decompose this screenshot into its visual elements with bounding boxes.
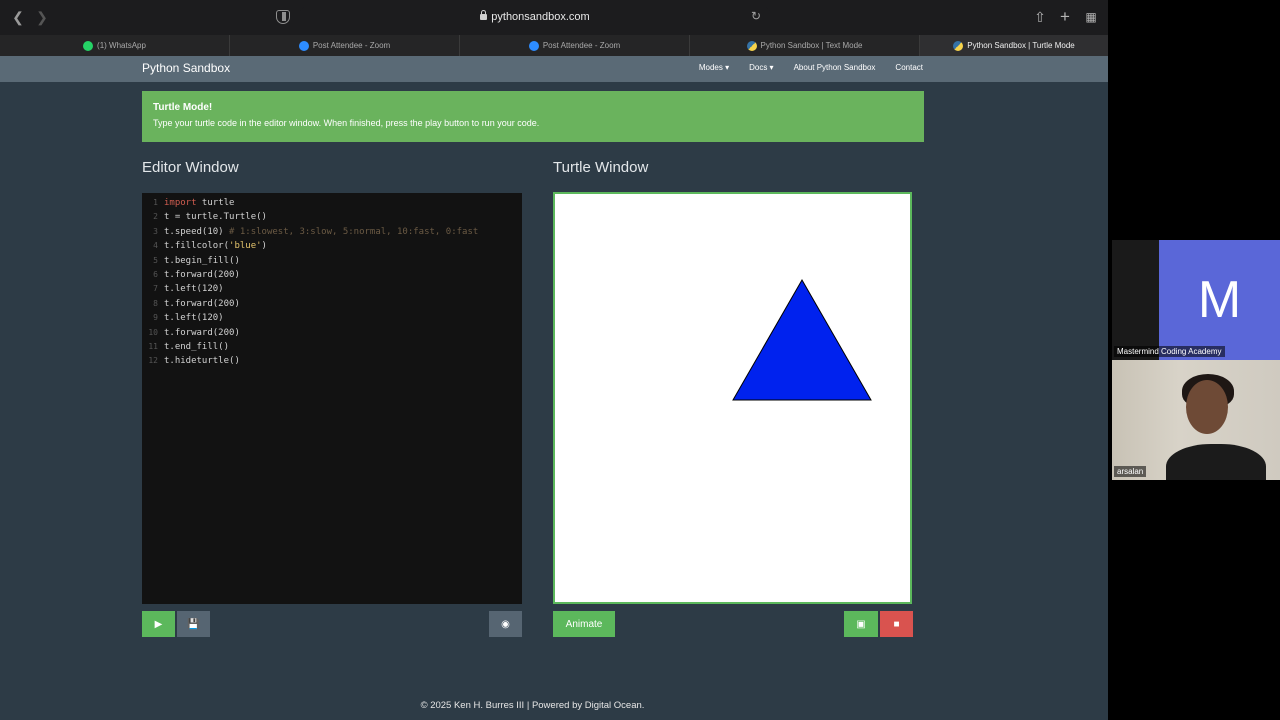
address-bar[interactable]: pythonsandbox.com bbox=[300, 7, 770, 28]
code-line: 2t = turtle.Turtle() bbox=[142, 210, 522, 224]
code-line: 6 t.forward(200) bbox=[142, 268, 522, 282]
whatsapp-icon bbox=[83, 40, 94, 51]
code-line: 4 t.fillcolor('blue') bbox=[142, 239, 522, 253]
turtle-drawing bbox=[732, 278, 872, 401]
reload-icon[interactable]: ↻ bbox=[751, 10, 763, 22]
tab-bar: (1) WhatsApp Post Attendee - Zoom Post A… bbox=[0, 35, 1108, 56]
tab-whatsapp[interactable]: (1) WhatsApp bbox=[0, 35, 230, 56]
url-text: pythonsandbox.com bbox=[491, 11, 590, 23]
tab-zoom-2[interactable]: Post Attendee - Zoom bbox=[460, 35, 690, 56]
code-line-text: t = turtle.Turtle() bbox=[164, 212, 267, 223]
play-icon: ▶ bbox=[154, 618, 163, 630]
python-icon bbox=[746, 40, 757, 51]
tab-overview-icon[interactable]: ▦ bbox=[1083, 9, 1099, 25]
toggle-visibility-button[interactable]: ◉ bbox=[489, 611, 522, 637]
code-line: 5 t.begin_fill() bbox=[142, 254, 522, 268]
save-image-button[interactable]: ▣ bbox=[844, 611, 878, 637]
participant-tile[interactable]: M Mastermind Coding Academy bbox=[1112, 240, 1280, 360]
code-line-text: t.forward(200) bbox=[164, 327, 240, 338]
back-arrow-icon[interactable]: ❮ bbox=[10, 9, 26, 25]
code-line-text: t.forward(200) bbox=[164, 298, 240, 309]
tab-label: Post Attendee - Zoom bbox=[312, 41, 391, 50]
tab-label: Python Sandbox | Turtle Mode bbox=[967, 41, 1075, 50]
code-line-text: t.begin_fill() bbox=[164, 255, 240, 266]
code-line-text: t.fillcolor('blue') bbox=[164, 241, 267, 252]
code-line-text: import turtle bbox=[164, 198, 235, 208]
browser-toolbar: ❮ ❯ pythonsandbox.com ↻ ⇧ + ▦ bbox=[0, 0, 1108, 35]
code-line: 3 t.speed(10) # 1:slowest, 3:slow, 5:norm… bbox=[142, 225, 522, 239]
editor-window-title: Editor Window bbox=[142, 159, 239, 176]
code-line: 7 t.left(120) bbox=[142, 282, 522, 296]
nav-contact-link[interactable]: Contact bbox=[895, 63, 923, 72]
run-button[interactable]: ▶ bbox=[142, 611, 175, 637]
code-line-text: t.forward(200) bbox=[164, 269, 240, 280]
python-icon bbox=[953, 40, 964, 51]
footer: © 2025 Ken H. Burres III | Powered by Di… bbox=[420, 700, 645, 711]
zoom-icon bbox=[528, 40, 539, 51]
stop-button[interactable]: ■ bbox=[880, 611, 913, 637]
tab-python-turtle-mode[interactable]: Python Sandbox | Turtle Mode bbox=[920, 35, 1108, 56]
privacy-shield-icon[interactable] bbox=[276, 10, 290, 24]
screen: ❮ ❯ pythonsandbox.com ↻ ⇧ + ▦ (1) WhatsA… bbox=[0, 0, 1280, 720]
forward-arrow-icon[interactable]: ❯ bbox=[34, 9, 50, 25]
turtle-window-title: Turtle Window bbox=[553, 159, 649, 176]
site-navbar: Python Sandbox Modes ▾ Docs ▾ About Pyth… bbox=[0, 56, 1108, 82]
eye-slash-icon: ◉ bbox=[501, 618, 510, 630]
image-icon: ▣ bbox=[856, 618, 866, 630]
blue-triangle bbox=[732, 278, 872, 401]
participant-avatar: M bbox=[1159, 240, 1280, 360]
share-icon[interactable]: ⇧ bbox=[1032, 9, 1048, 25]
code-line: 11 t.end_fill() bbox=[142, 340, 522, 354]
code-editor[interactable]: 1 import turtle 2t = turtle.Turtle() 3 t.s… bbox=[142, 193, 522, 604]
code-line: 9 t.left(120) bbox=[142, 311, 522, 325]
tab-label: Python Sandbox | Text Mode bbox=[760, 41, 863, 50]
tab-label: Post Attendee - Zoom bbox=[542, 41, 621, 50]
alert-title: Turtle Mode! bbox=[153, 102, 213, 113]
lock-icon bbox=[480, 10, 488, 20]
code-line: 12 t.hideturtle() bbox=[142, 354, 522, 368]
nav-links: Modes ▾ Docs ▾ About Python Sandbox Cont… bbox=[699, 63, 923, 72]
code-line-text: t.hideturtle() bbox=[164, 356, 240, 367]
new-tab-icon[interactable]: + bbox=[1057, 8, 1073, 25]
person-face bbox=[1186, 380, 1228, 434]
tab-label: (1) WhatsApp bbox=[97, 41, 146, 50]
stop-icon: ■ bbox=[893, 618, 900, 630]
nav-docs-dropdown[interactable]: Docs ▾ bbox=[749, 63, 773, 72]
save-button[interactable]: 💾 bbox=[177, 611, 210, 637]
person-body bbox=[1166, 444, 1266, 480]
participant-name: arsalan bbox=[1114, 466, 1147, 477]
tab-python-text-mode[interactable]: Python Sandbox | Text Mode bbox=[690, 35, 920, 56]
participant-video-tile[interactable]: arsalan bbox=[1112, 360, 1280, 480]
turtle-canvas bbox=[553, 192, 912, 604]
code-line-text: t.speed(10) # 1:slowest, 3:slow, 5:norma… bbox=[164, 226, 479, 237]
nav-about-link[interactable]: About Python Sandbox bbox=[794, 63, 876, 72]
alert-text: Type your turtle code in the editor wind… bbox=[153, 118, 540, 128]
participant-name: Mastermind Coding Academy bbox=[1114, 346, 1225, 357]
code-line-text: t.left(120) bbox=[164, 284, 224, 295]
code-line: 1 import turtle bbox=[142, 196, 522, 210]
animate-button[interactable]: Animate bbox=[553, 611, 615, 637]
code-line: 8 t.forward(200) bbox=[142, 297, 522, 311]
floppy-disk-icon: 💾 bbox=[187, 618, 200, 630]
browser-window: ❮ ❯ pythonsandbox.com ↻ ⇧ + ▦ (1) WhatsA… bbox=[0, 0, 1108, 720]
code-line-text: t.end_fill() bbox=[164, 341, 230, 352]
zoom-icon bbox=[298, 40, 309, 51]
tab-zoom-1[interactable]: Post Attendee - Zoom bbox=[230, 35, 460, 56]
turtle-mode-alert: Turtle Mode! Type your turtle code in th… bbox=[142, 91, 924, 142]
nav-modes-dropdown[interactable]: Modes ▾ bbox=[699, 63, 729, 72]
site-brand[interactable]: Python Sandbox bbox=[142, 61, 230, 75]
code-line: 10 t.forward(200) bbox=[142, 326, 522, 340]
code-line-text: t.left(120) bbox=[164, 313, 224, 324]
